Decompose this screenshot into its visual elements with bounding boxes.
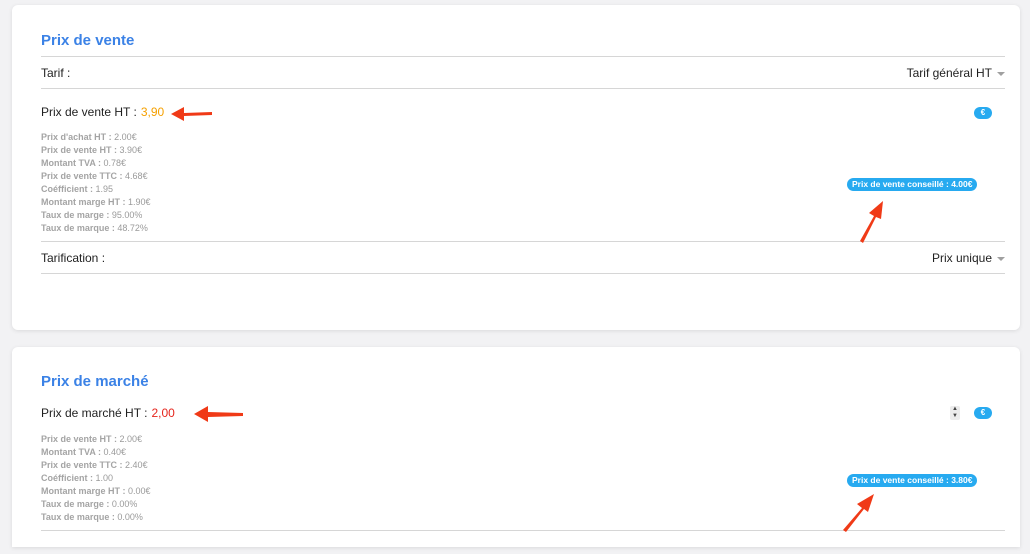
detail-row: Coéfficient : 1.95 — [41, 183, 151, 196]
tarification-select-value: Prix unique — [931, 251, 992, 265]
detail-value: 3.90€ — [119, 145, 143, 155]
market-price-label: Prix de marché HT : — [41, 406, 148, 420]
detail-label: Montant TVA : — [41, 158, 101, 168]
detail-value: 0.00€ — [128, 486, 151, 496]
sale-price-card: Prix de vente Tarif : Tarif général HT P… — [12, 5, 1020, 330]
detail-label: Taux de marge : — [41, 210, 110, 220]
annotation-arrow-icon — [843, 494, 874, 532]
detail-value: 0.00% — [117, 512, 143, 522]
detail-row: Coéfficient : 1.00 — [41, 472, 151, 485]
euro-icon[interactable]: € — [974, 107, 992, 119]
sale-price-value[interactable]: 3,90 — [141, 105, 164, 119]
detail-row: Montant marge HT : 1.90€ — [41, 196, 151, 209]
sale-price-label: Prix de vente HT : — [41, 105, 137, 119]
detail-value: 1.00 — [95, 473, 114, 483]
detail-label: Prix de vente HT : — [41, 434, 118, 444]
detail-value: 4.68€ — [125, 171, 148, 181]
detail-row: Prix de vente TTC : 2.40€ — [41, 459, 151, 472]
detail-label: Coéfficient : — [41, 473, 94, 483]
tarification-select[interactable]: Prix unique — [932, 251, 1005, 265]
detail-row: Prix de vente TTC : 4.68€ — [41, 170, 151, 183]
tarif-select[interactable]: Tarif général HT — [907, 66, 1005, 80]
dropdown-caret-icon — [997, 71, 1005, 76]
detail-row: Montant TVA : 0.40€ — [41, 446, 151, 459]
divider — [41, 273, 1005, 274]
stepper-up-icon[interactable]: ▲ — [950, 406, 960, 413]
divider — [41, 56, 1005, 57]
detail-label: Montant TVA : — [41, 447, 101, 457]
suggested-price-badge: Prix de vente conseillé : 3.80€ — [847, 474, 978, 487]
detail-row: Montant TVA : 0.78€ — [41, 157, 151, 170]
stepper-down-icon[interactable]: ▼ — [950, 413, 960, 420]
detail-label: Taux de marge : — [41, 499, 110, 509]
detail-value: 2.00€ — [119, 434, 143, 444]
detail-row: Taux de marque : 0.00% — [41, 511, 151, 524]
detail-row: Taux de marge : 0.00% — [41, 498, 151, 511]
detail-label: Prix de vente HT : — [41, 145, 118, 155]
stepper-icon[interactable]: ▲ ▼ — [950, 406, 960, 420]
market-price-field[interactable]: Prix de marché HT :2,00 — [41, 406, 175, 420]
detail-value: 2.40€ — [125, 460, 148, 470]
detail-row: Prix d'achat HT : 2.00€ — [41, 131, 151, 144]
detail-label: Prix de vente TTC : — [41, 171, 123, 181]
tarification-label: Tarification : — [41, 251, 106, 265]
detail-label: Coéfficient : — [41, 184, 94, 194]
detail-label: Montant marge HT : — [41, 197, 126, 207]
detail-row: Prix de vente HT : 2.00€ — [41, 433, 151, 446]
detail-label: Montant marge HT : — [41, 486, 126, 496]
tarif-label: Tarif : — [41, 66, 71, 80]
detail-row: Prix de vente HT : 3.90€ — [41, 144, 151, 157]
detail-row: Montant marge HT : 0.00€ — [41, 485, 151, 498]
detail-value: 1.95 — [95, 184, 114, 194]
sale-price-title: Prix de vente — [41, 32, 135, 49]
detail-value: 0.78€ — [103, 158, 127, 168]
market-price-title: Prix de marché — [41, 373, 149, 390]
annotation-arrow-icon — [194, 406, 243, 422]
detail-label: Prix de vente TTC : — [41, 460, 123, 470]
detail-value: 48.72% — [117, 223, 148, 233]
detail-label: Taux de marque : — [41, 223, 115, 233]
annotation-arrow-icon — [860, 201, 883, 243]
market-details-list: Prix de vente HT : 2.00€ Montant TVA : 0.… — [41, 433, 151, 524]
sale-price-field[interactable]: Prix de vente HT : 3,90 — [41, 105, 164, 119]
annotation-arrow-icon — [171, 107, 212, 121]
detail-value: 95.00% — [111, 210, 143, 220]
dropdown-caret-icon — [997, 256, 1005, 261]
detail-value: 0.00% — [111, 499, 138, 509]
divider — [41, 88, 1005, 89]
sale-details-list: Prix d'achat HT : 2.00€ Prix de vente HT … — [41, 131, 151, 235]
detail-row: Taux de marque : 48.72% — [41, 222, 151, 235]
detail-value: 1.90€ — [128, 197, 151, 207]
detail-value: 2.00€ — [114, 132, 137, 142]
market-price-value[interactable]: 2,00 — [151, 406, 174, 420]
suggested-price-badge: Prix de vente conseillé : 4.00€ — [847, 178, 978, 191]
tarif-select-value: Tarif général HT — [906, 66, 992, 80]
detail-row: Taux de marge : 95.00% — [41, 209, 151, 222]
detail-label: Prix d'achat HT : — [41, 132, 112, 142]
euro-icon[interactable]: € — [974, 407, 992, 419]
detail-value: 0.40€ — [103, 447, 127, 457]
detail-label: Taux de marque : — [41, 512, 115, 522]
